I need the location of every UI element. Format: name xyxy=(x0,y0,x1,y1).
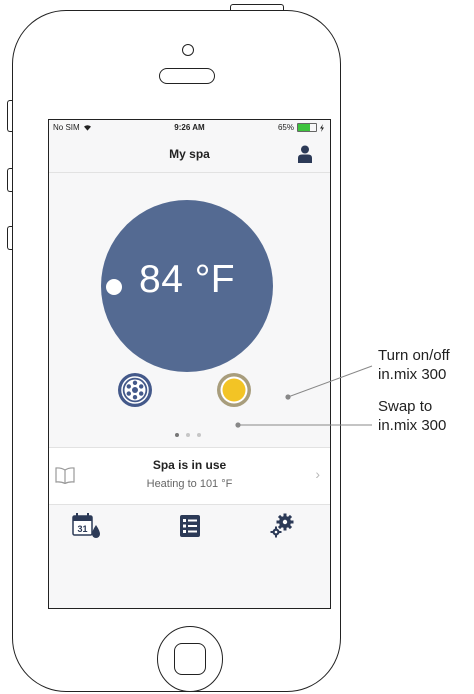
callout-turn-on-off: Turn on/off in.mix 300 xyxy=(378,347,450,385)
spa-status-subtitle: Heating to 101 °F xyxy=(146,478,233,490)
dial-handle[interactable] xyxy=(106,279,122,295)
callout-turn-on-off-line-1: Turn on/off xyxy=(378,347,450,364)
page-title: My spa xyxy=(169,147,210,161)
jets-button[interactable] xyxy=(117,372,153,408)
phone-frame: No SIM 9:26 AM 65% My spa 84 °F Spa is i… xyxy=(12,10,341,692)
light-toggle-button[interactable] xyxy=(216,372,252,408)
page-dot[interactable] xyxy=(186,433,190,437)
battery-status: 65% xyxy=(278,123,324,132)
callout-swap-to: Swap to in.mix 300 xyxy=(378,398,446,436)
callout-swap-to-line-2: in.mix 300 xyxy=(378,416,447,434)
temperature-dial[interactable]: 84 °F xyxy=(101,200,273,372)
calendar-icon[interactable]: 31 xyxy=(71,511,101,541)
list-icon[interactable] xyxy=(175,511,205,541)
callout-turn-on-off-line-2: in.mix 300 xyxy=(378,365,447,383)
user-profile-icon[interactable] xyxy=(298,145,312,163)
page-indicator[interactable] xyxy=(175,433,201,437)
home-button[interactable] xyxy=(157,626,223,692)
callout-swap-to-line-1: Swap to xyxy=(378,398,433,415)
battery-percent: 65% xyxy=(277,123,294,132)
settings-icon[interactable] xyxy=(267,511,297,541)
navigation-bar: My spa xyxy=(49,136,330,173)
earpiece-speaker xyxy=(159,68,215,84)
status-bar: No SIM 9:26 AM 65% xyxy=(49,120,330,136)
calendar-day-number: 31 xyxy=(77,524,87,534)
spa-status-row[interactable]: Spa is in use Heating to 101 °F › xyxy=(49,447,330,505)
tab-bar: 31 xyxy=(49,503,330,550)
temperature-readout: 84 °F xyxy=(139,258,236,301)
battery-icon xyxy=(297,123,317,132)
home-button-square xyxy=(174,643,206,675)
front-camera xyxy=(182,44,194,56)
spa-status-title: Spa is in use xyxy=(152,458,227,472)
app-screen: No SIM 9:26 AM 65% My spa 84 °F Spa is i… xyxy=(48,119,331,609)
page-dot[interactable] xyxy=(197,433,201,437)
page-dot[interactable] xyxy=(175,433,179,437)
chevron-right-icon: › xyxy=(315,466,320,482)
charging-icon xyxy=(320,123,324,132)
